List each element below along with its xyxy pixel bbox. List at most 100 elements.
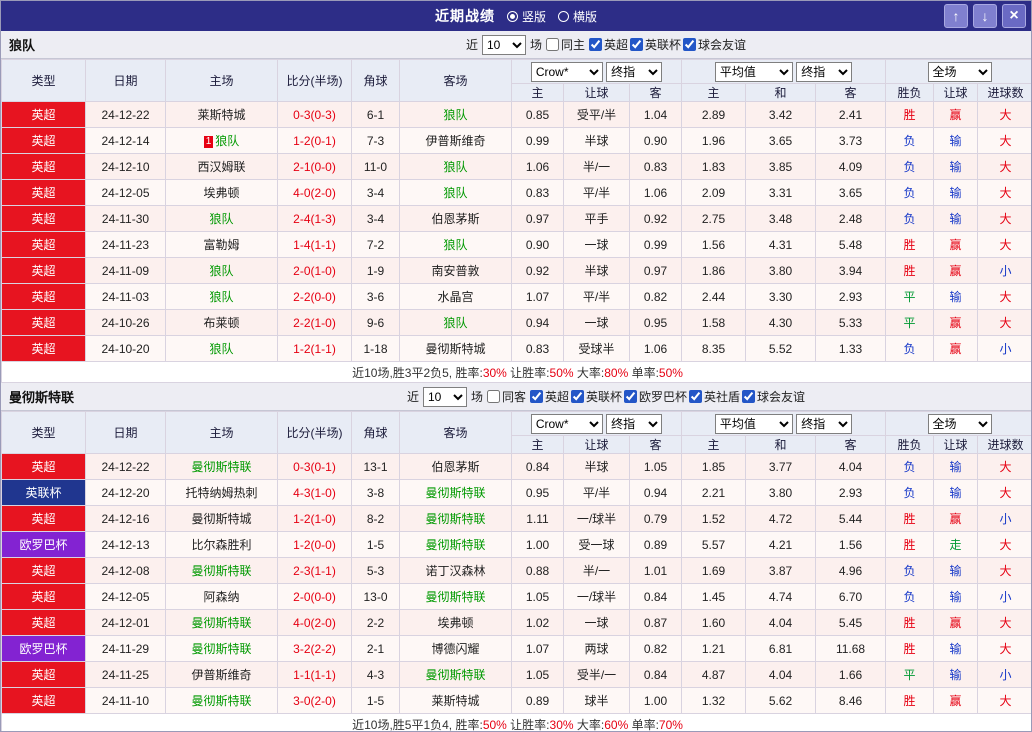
same-venue-checkbox[interactable] — [546, 38, 559, 51]
match-date: 24-12-20 — [86, 480, 166, 506]
full-half-score: 3-2(2-2) — [278, 636, 352, 662]
move-down-button[interactable]: ↓ — [973, 4, 997, 28]
league-filter-英联杯[interactable]: 英联杯 — [630, 36, 681, 53]
away-team-cell: 诺丁汉森林 — [400, 558, 512, 584]
league-checkbox[interactable] — [683, 38, 696, 51]
avg-away-odds: 4.09 — [816, 154, 886, 180]
away-odds: 0.83 — [630, 154, 682, 180]
avg-draw-odds: 3.31 — [746, 180, 816, 206]
match-date: 24-11-03 — [86, 284, 166, 310]
odds-company-select[interactable]: Crow* — [531, 414, 603, 434]
full-half-score: 4-0(2-0) — [278, 180, 352, 206]
handicap-line: 半球 — [564, 454, 630, 480]
avg-home-odds: 2.09 — [682, 180, 746, 206]
col-score: 比分(半场) — [278, 60, 352, 102]
league-checkbox[interactable] — [689, 390, 702, 403]
section-header: 狼队 近 10 场 同主 英超英联杯球会友谊 — [1, 31, 1031, 59]
away-team-name: 狼队 — [443, 238, 467, 252]
matches-table: 类型 日期 主场 比分(半场) 角球 客场 Crow* 终指 平均值 终指 — [1, 411, 1032, 732]
match-count-select[interactable]: 10 — [423, 387, 467, 407]
scope-select[interactable]: 全场 — [928, 414, 992, 434]
move-up-button[interactable]: ↑ — [944, 4, 968, 28]
league-filter-英社盾[interactable]: 英社盾 — [689, 388, 740, 405]
subcol-winlose: 胜负 — [886, 436, 934, 454]
same-venue-checkbox[interactable] — [487, 390, 500, 403]
league-filter-英超[interactable]: 英超 — [530, 388, 569, 405]
summary-stat-label: 大率: — [577, 366, 604, 380]
full-half-score: 2-2(1-0) — [278, 310, 352, 336]
handicap-line: 半/一 — [564, 558, 630, 584]
final-index-select-2[interactable]: 终指 — [796, 414, 852, 434]
league-type-cell: 英超 — [2, 154, 86, 180]
odds-group-company: Crow* 终指 — [512, 412, 682, 436]
league-filter-英超[interactable]: 英超 — [589, 36, 628, 53]
avg-draw-odds: 3.42 — [746, 102, 816, 128]
average-select[interactable]: 平均值 — [715, 62, 793, 82]
winlose-flag: 胜 — [886, 102, 934, 128]
corner-score: 4-3 — [352, 662, 400, 688]
odds-group-average: 平均值 终指 — [682, 412, 886, 436]
odds-group-scope: 全场 — [886, 412, 1032, 436]
league-checkbox[interactable] — [630, 38, 643, 51]
away-team-name: 狼队 — [443, 108, 467, 122]
away-odds: 0.99 — [630, 232, 682, 258]
match-rows: 英超24-12-22莱斯特城0-3(0-3)6-1狼队0.85受平/半1.042… — [2, 102, 1032, 362]
handicap-flag: 赢 — [934, 102, 978, 128]
league-filter-球会友谊[interactable]: 球会友谊 — [742, 388, 805, 405]
match-row: 英超24-11-30狼队2-4(1-3)3-4伯恩茅斯0.97平手0.922.7… — [2, 206, 1032, 232]
final-index-select-2[interactable]: 终指 — [796, 62, 852, 82]
league-checkbox[interactable] — [589, 38, 602, 51]
summary-stat-label: 胜率: — [455, 366, 482, 380]
full-half-score: 1-2(1-0) — [278, 506, 352, 532]
corner-score: 6-1 — [352, 102, 400, 128]
close-button[interactable]: × — [1002, 4, 1026, 28]
league-filter-球会友谊[interactable]: 球会友谊 — [683, 36, 746, 53]
summary-stat-label: 胜率: — [455, 718, 482, 732]
titlebar: 近期战绩 竖版 横版 ↑ ↓ × — [1, 1, 1031, 31]
same-venue-filter[interactable]: 同主 — [546, 36, 585, 53]
league-type-cell: 英超 — [2, 128, 86, 154]
subcol-handicap-result: 让球 — [934, 84, 978, 102]
match-row: 英超24-12-05埃弗顿4-0(2-0)3-4狼队0.83平/半1.062.0… — [2, 180, 1032, 206]
match-row: 英超24-12-08曼彻斯特联2-3(1-1)5-3诺丁汉森林0.88半/一1.… — [2, 558, 1032, 584]
league-checkbox[interactable] — [624, 390, 637, 403]
league-checkbox[interactable] — [742, 390, 755, 403]
league-checkbox[interactable] — [530, 390, 543, 403]
final-index-select[interactable]: 终指 — [606, 414, 662, 434]
avg-draw-odds: 3.80 — [746, 258, 816, 284]
full-half-score: 1-4(1-1) — [278, 232, 352, 258]
goals-flag: 小 — [978, 662, 1032, 688]
home-odds: 1.02 — [512, 610, 564, 636]
match-count-select[interactable]: 10 — [482, 35, 526, 55]
home-odds: 0.89 — [512, 688, 564, 714]
avg-draw-odds: 5.52 — [746, 336, 816, 362]
avg-away-odds: 3.94 — [816, 258, 886, 284]
handicap-flag: 赢 — [934, 232, 978, 258]
summary-cell: 近10场,胜5平1负4, 胜率:50% 让胜率:30% 大率:60% 单率:70… — [2, 714, 1032, 732]
league-filter-欧罗巴杯[interactable]: 欧罗巴杯 — [624, 388, 687, 405]
league-checkbox[interactable] — [571, 390, 584, 403]
layout-horizontal-option[interactable]: 横版 — [558, 8, 597, 25]
odds-company-select[interactable]: Crow* — [531, 62, 603, 82]
layout-horizontal-radio[interactable] — [558, 11, 569, 22]
league-type-cell: 英超 — [2, 284, 86, 310]
goals-flag: 大 — [978, 532, 1032, 558]
home-odds: 1.05 — [512, 662, 564, 688]
average-select[interactable]: 平均值 — [715, 414, 793, 434]
avg-away-odds: 6.70 — [816, 584, 886, 610]
home-odds: 0.92 — [512, 258, 564, 284]
layout-vertical-radio[interactable] — [507, 11, 518, 22]
final-index-select[interactable]: 终指 — [606, 62, 662, 82]
home-odds: 0.95 — [512, 480, 564, 506]
avg-home-odds: 1.69 — [682, 558, 746, 584]
scope-select[interactable]: 全场 — [928, 62, 992, 82]
summary-row: 近10场,胜3平2负5, 胜率:30% 让胜率:50% 大率:80% 单率:50… — [2, 362, 1032, 383]
goals-flag: 大 — [978, 480, 1032, 506]
same-venue-filter[interactable]: 同客 — [487, 388, 526, 405]
away-team-name: 南安普敦 — [431, 264, 479, 278]
layout-vertical-option[interactable]: 竖版 — [507, 8, 546, 25]
home-odds: 0.97 — [512, 206, 564, 232]
home-team-cell: 伊普斯维奇 — [166, 662, 278, 688]
home-team-cell: 富勒姆 — [166, 232, 278, 258]
league-filter-英联杯[interactable]: 英联杯 — [571, 388, 622, 405]
